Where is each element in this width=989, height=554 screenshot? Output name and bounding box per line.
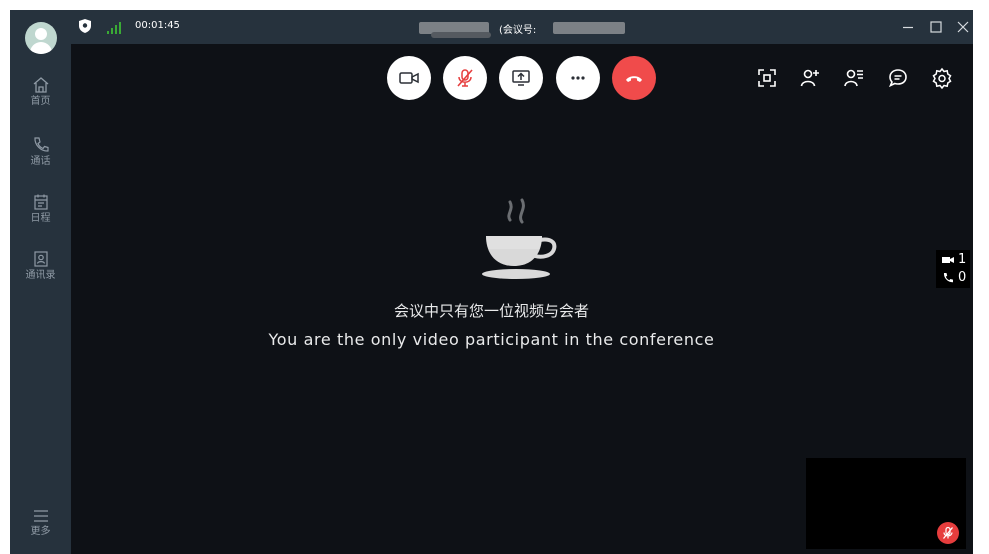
sidebar-item-schedule[interactable]: 日程 <box>10 193 71 225</box>
audio-count: 0 <box>940 270 970 286</box>
close-icon[interactable] <box>954 18 972 36</box>
home-icon <box>33 77 48 93</box>
microphone-muted-icon <box>942 526 954 539</box>
self-mute-indicator <box>937 522 959 544</box>
share-screen-button[interactable] <box>499 56 543 100</box>
video-toggle-button[interactable] <box>387 56 431 100</box>
coffee-cup-icon <box>482 198 557 279</box>
call-timer: 00:01:45 <box>135 20 180 31</box>
sidebar: 首页 通话 日程 通讯录 更多 <box>10 10 71 554</box>
video-count-value: 1 <box>958 252 967 267</box>
solo-participant-message-en: You are the only video participant in th… <box>268 330 715 349</box>
title-bar: 00:01:45 (会议号: <box>71 10 973 44</box>
video-camera-icon <box>399 72 419 84</box>
video-camera-icon <box>942 257 954 263</box>
sidebar-item-more[interactable]: 更多 <box>10 508 71 538</box>
mute-toggle-button[interactable] <box>443 56 487 100</box>
microphone-muted-icon <box>457 69 473 87</box>
participants-list-icon[interactable] <box>843 67 865 89</box>
conference-window: 首页 通话 日程 通讯录 更多 00:01:45 (会议号: 会议中只有您一位视… <box>10 10 973 554</box>
sidebar-item-label: 日程 <box>30 213 51 224</box>
settings-icon[interactable] <box>931 67 953 89</box>
calendar-icon <box>33 194 48 210</box>
sidebar-item-contacts[interactable]: 通讯录 <box>10 250 71 282</box>
share-screen-icon <box>512 70 530 86</box>
minimize-icon[interactable] <box>899 18 917 36</box>
fullscreen-icon[interactable] <box>756 67 778 89</box>
participant-counts[interactable]: 1 0 <box>936 250 970 288</box>
more-options-button[interactable] <box>556 56 600 100</box>
self-video-preview[interactable] <box>806 458 966 549</box>
audio-count-value: 0 <box>958 270 967 285</box>
hang-up-icon <box>626 76 642 82</box>
sidebar-item-label: 通话 <box>30 156 51 167</box>
sidebar-more-label: 更多 <box>30 526 51 537</box>
meeting-id-label: (会议号: <box>499 25 537 36</box>
signal-strength-icon <box>107 22 121 34</box>
phone-icon <box>943 273 953 283</box>
video-count: 1 <box>940 252 970 268</box>
chat-icon[interactable] <box>887 67 909 89</box>
solo-participant-message-cn: 会议中只有您一位视频与会者 <box>393 302 589 320</box>
invite-user-icon[interactable] <box>799 67 821 89</box>
redaction-shadow <box>431 32 491 38</box>
meeting-id-redacted <box>553 22 625 34</box>
sidebar-item-calls[interactable]: 通话 <box>10 136 71 168</box>
menu-icon <box>33 510 48 522</box>
sidebar-item-home[interactable]: 首页 <box>10 76 71 108</box>
shield-icon <box>79 19 91 33</box>
sidebar-item-label: 首页 <box>30 96 51 107</box>
hang-up-button[interactable] <box>612 56 656 100</box>
avatar[interactable] <box>25 22 57 54</box>
maximize-icon[interactable] <box>927 18 945 36</box>
contacts-icon <box>33 251 48 267</box>
sidebar-item-label: 通讯录 <box>25 270 56 281</box>
more-dots-icon <box>571 76 585 80</box>
phone-icon <box>33 137 49 152</box>
